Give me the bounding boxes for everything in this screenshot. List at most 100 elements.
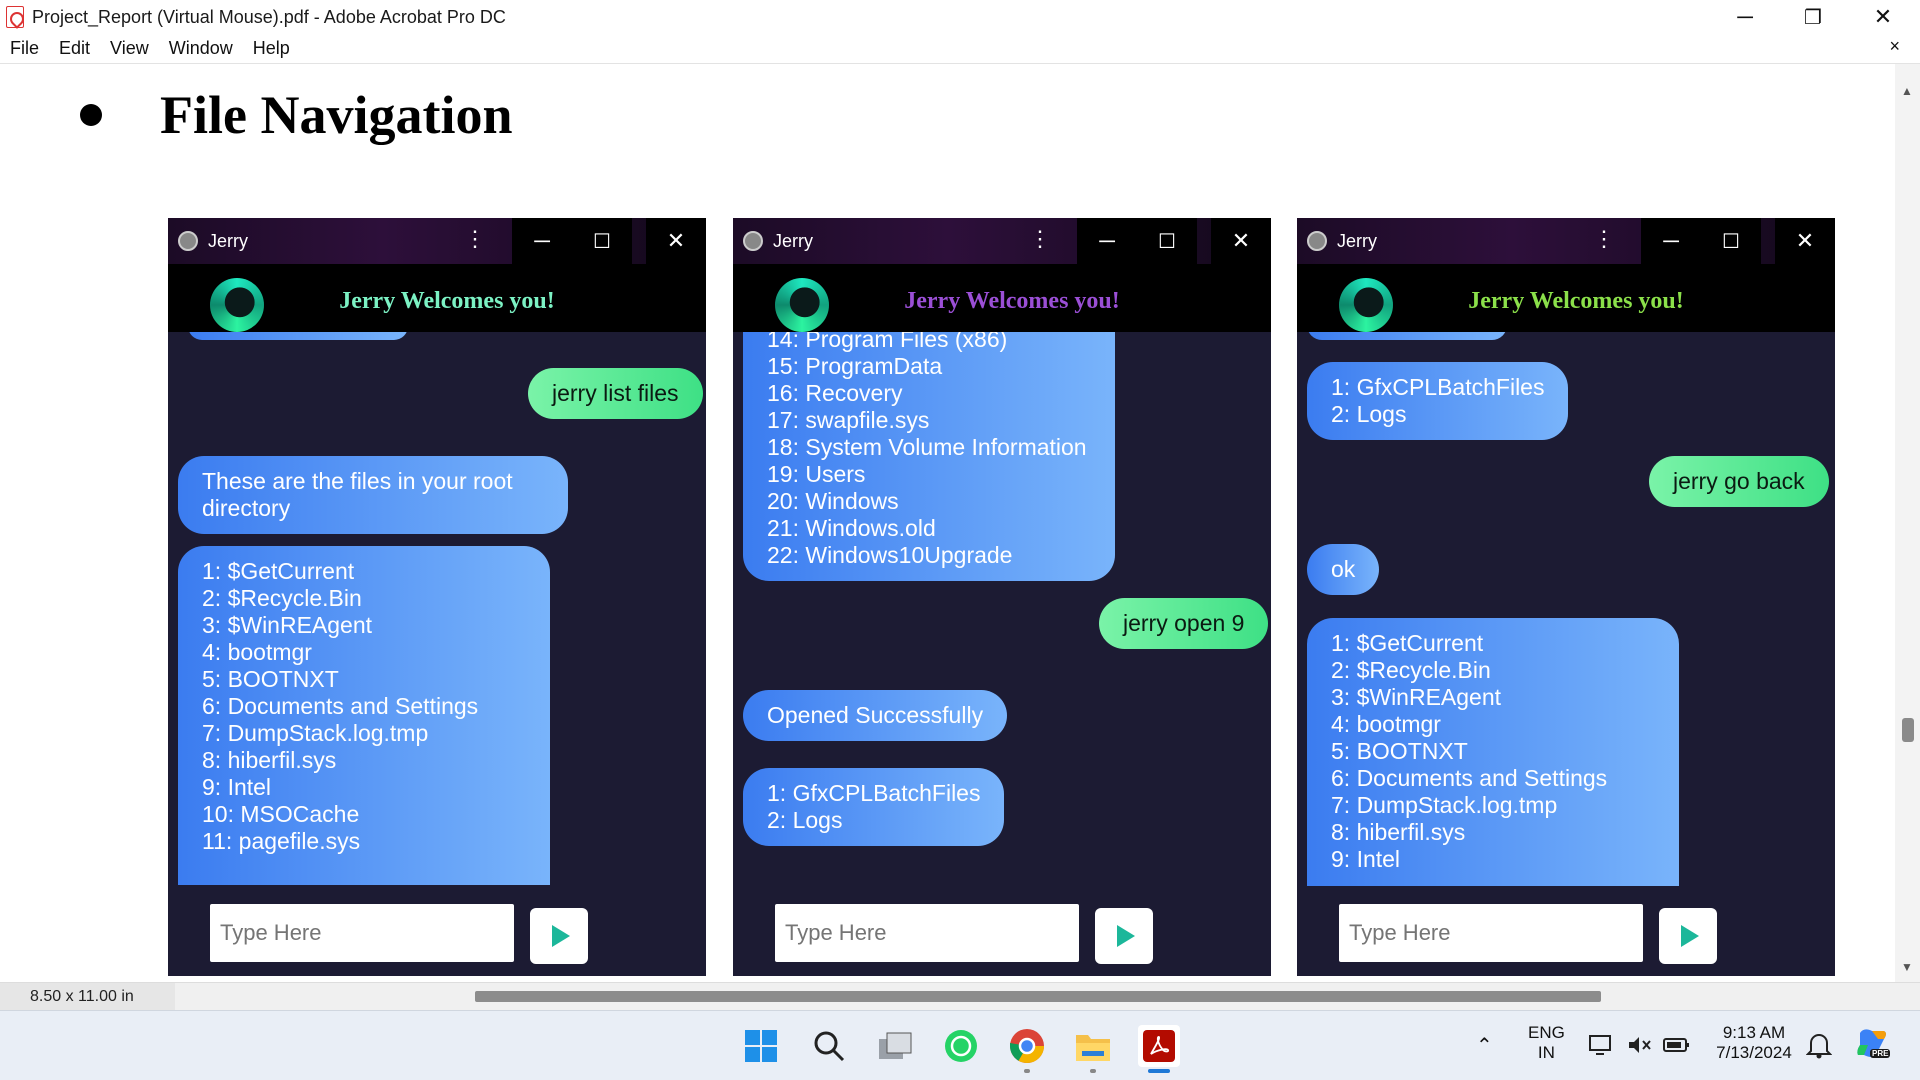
taskbar: ⌃ ENG IN 9:13 AM 7/13/2024 PRE xyxy=(0,1010,1920,1080)
window-title: Project_Report (Virtual Mouse).pdf - Ado… xyxy=(32,6,506,27)
jerry-app-name: Jerry xyxy=(208,231,248,251)
list-item: 1: $GetCurrent xyxy=(1331,630,1484,656)
scroll-thumb[interactable] xyxy=(1902,718,1914,742)
list-item: 4: bootmgr xyxy=(1331,711,1441,737)
message-input[interactable] xyxy=(210,904,514,962)
network-icon[interactable] xyxy=(1588,1033,1614,1062)
clock[interactable]: 9:13 AM 7/13/2024 xyxy=(1708,1023,1800,1063)
file-list-bubble: 1: $GetCurrent 2: $Recycle.Bin 3: $WinRE… xyxy=(178,546,550,885)
welcome-text: Jerry Welcomes you! xyxy=(904,288,1120,314)
message-input[interactable] xyxy=(1339,904,1643,962)
list-item: 2: $Recycle.Bin xyxy=(1331,657,1491,683)
send-button[interactable] xyxy=(1659,908,1717,964)
input-bar xyxy=(733,886,1271,976)
chrome-running-indicator xyxy=(1024,1069,1030,1073)
task-view-icon[interactable] xyxy=(874,1025,916,1067)
list-item: 4: bootmgr xyxy=(202,639,312,665)
title-bar: Project_Report (Virtual Mouse).pdf - Ado… xyxy=(0,0,1920,34)
jerry-header: Jerry Welcomes you! xyxy=(1297,264,1835,332)
bot-message: ok xyxy=(1307,544,1380,595)
jerry-app-name: Jerry xyxy=(1337,231,1377,251)
jerry-maximize-button[interactable]: ☐ xyxy=(1137,218,1197,264)
whatsapp-icon[interactable] xyxy=(940,1025,982,1067)
list-item: 2: $Recycle.Bin xyxy=(202,585,362,611)
menu-window[interactable]: Window xyxy=(169,38,233,59)
jerry-close-button[interactable]: ✕ xyxy=(646,218,706,264)
more-options-icon[interactable]: ⋮ xyxy=(1029,226,1051,252)
horizontal-scroll-thumb[interactable] xyxy=(475,991,1601,1002)
globe-icon xyxy=(178,231,198,251)
vertical-scrollbar[interactable]: ▲ ▼ xyxy=(1895,64,1920,982)
minimize-button[interactable]: ─ xyxy=(1710,0,1780,34)
menu-file[interactable]: File xyxy=(10,38,39,59)
notification-bell-icon[interactable] xyxy=(1805,1031,1833,1064)
more-options-icon[interactable]: ⋮ xyxy=(464,226,486,252)
copilot-icon[interactable]: PRE xyxy=(1852,1025,1892,1065)
jerry-maximize-button[interactable]: ☐ xyxy=(572,218,632,264)
list-item: 20: Windows xyxy=(767,488,899,514)
document-close-button[interactable]: × xyxy=(1889,36,1900,57)
scroll-up-icon[interactable]: ▲ xyxy=(1901,84,1913,98)
section-heading: File Navigation xyxy=(80,84,512,146)
file-explorer-icon[interactable] xyxy=(1072,1025,1114,1067)
list-item: 3: $WinREAgent xyxy=(1331,684,1502,710)
welcome-text: Jerry Welcomes you! xyxy=(1468,288,1684,314)
list-item: 6: Documents and Settings xyxy=(202,693,479,719)
page-size-label: 8.50 x 11.00 in xyxy=(0,983,175,1011)
input-bar xyxy=(168,886,706,976)
list-item: 1: $GetCurrent xyxy=(202,558,355,584)
search-icon[interactable] xyxy=(808,1025,850,1067)
menu-view[interactable]: View xyxy=(110,38,149,59)
acrobat-taskbar-icon[interactable] xyxy=(1138,1025,1180,1067)
more-options-icon[interactable]: ⋮ xyxy=(1593,226,1615,252)
list-item: 2: Logs xyxy=(767,807,843,833)
globe-icon xyxy=(1307,231,1327,251)
play-icon xyxy=(552,925,570,947)
explorer-running-indicator xyxy=(1090,1069,1096,1073)
preview-badge: PRE xyxy=(1870,1049,1891,1058)
close-button[interactable]: ✕ xyxy=(1848,0,1918,34)
bot-message: Opened Successfully xyxy=(743,690,1008,741)
start-icon[interactable] xyxy=(740,1025,782,1067)
jerry-close-button[interactable]: ✕ xyxy=(1775,218,1835,264)
heading-text: File Navigation xyxy=(160,85,513,145)
chevron-up-icon[interactable]: ⌃ xyxy=(1476,1033,1493,1058)
sub-file-list-bubble: 1: GfxCPLBatchFiles 2: Logs xyxy=(1307,362,1569,440)
message-input[interactable] xyxy=(775,904,1079,962)
volume-muted-icon[interactable] xyxy=(1626,1033,1652,1062)
menu-edit[interactable]: Edit xyxy=(59,38,90,59)
chat-area[interactable]: 14: Program Files (x86) 15: ProgramData … xyxy=(733,332,1271,886)
jerry-minimize-button[interactable]: ─ xyxy=(1077,218,1137,264)
list-item: 8: hiberfil.sys xyxy=(1331,819,1466,845)
chrome-icon[interactable] xyxy=(1006,1025,1048,1067)
list-item: 11: pagefile.sys xyxy=(202,828,361,854)
battery-icon[interactable] xyxy=(1662,1033,1690,1062)
jerry-minimize-button[interactable]: ─ xyxy=(512,218,572,264)
send-button[interactable] xyxy=(530,908,588,964)
user-message: jerry open 9 xyxy=(1099,598,1269,649)
date-text: 7/13/2024 xyxy=(1716,1043,1792,1062)
send-button[interactable] xyxy=(1095,908,1153,964)
list-item: 18: System Volume Information xyxy=(767,434,1087,460)
list-item: 9: Intel xyxy=(202,774,272,800)
list-item: 10: MSOCache xyxy=(202,801,360,827)
restore-button[interactable]: ❐ xyxy=(1778,0,1848,34)
active-app-indicator xyxy=(1148,1069,1170,1073)
list-item: 8: hiberfil.sys xyxy=(202,747,337,773)
jerry-maximize-button[interactable]: ☐ xyxy=(1701,218,1761,264)
scroll-down-icon[interactable]: ▼ xyxy=(1901,960,1913,974)
user-message: jerry go back xyxy=(1649,456,1829,507)
chat-area[interactable]: jerry list files These are the files in … xyxy=(168,332,706,886)
region-code: IN xyxy=(1537,1043,1555,1062)
chat-area[interactable]: 1: GfxCPLBatchFiles 2: Logs jerry go bac… xyxy=(1297,332,1835,886)
file-list-bubble: 1: $GetCurrent 2: $Recycle.Bin 3: $WinRE… xyxy=(1307,618,1679,886)
menu-help[interactable]: Help xyxy=(253,38,290,59)
jerry-close-button[interactable]: ✕ xyxy=(1211,218,1271,264)
jerry-minimize-button[interactable]: ─ xyxy=(1641,218,1701,264)
list-item: 15: ProgramData xyxy=(767,353,943,379)
jerry-title-bar: Jerry ⋮ ─ ☐ ✕ xyxy=(168,218,706,264)
list-item: 17: swapfile.sys xyxy=(767,407,930,433)
list-item: 5: BOOTNXT xyxy=(1331,738,1468,764)
partial-bot-bubble xyxy=(1307,332,1507,340)
language-indicator[interactable]: ENG IN xyxy=(1528,1023,1565,1063)
